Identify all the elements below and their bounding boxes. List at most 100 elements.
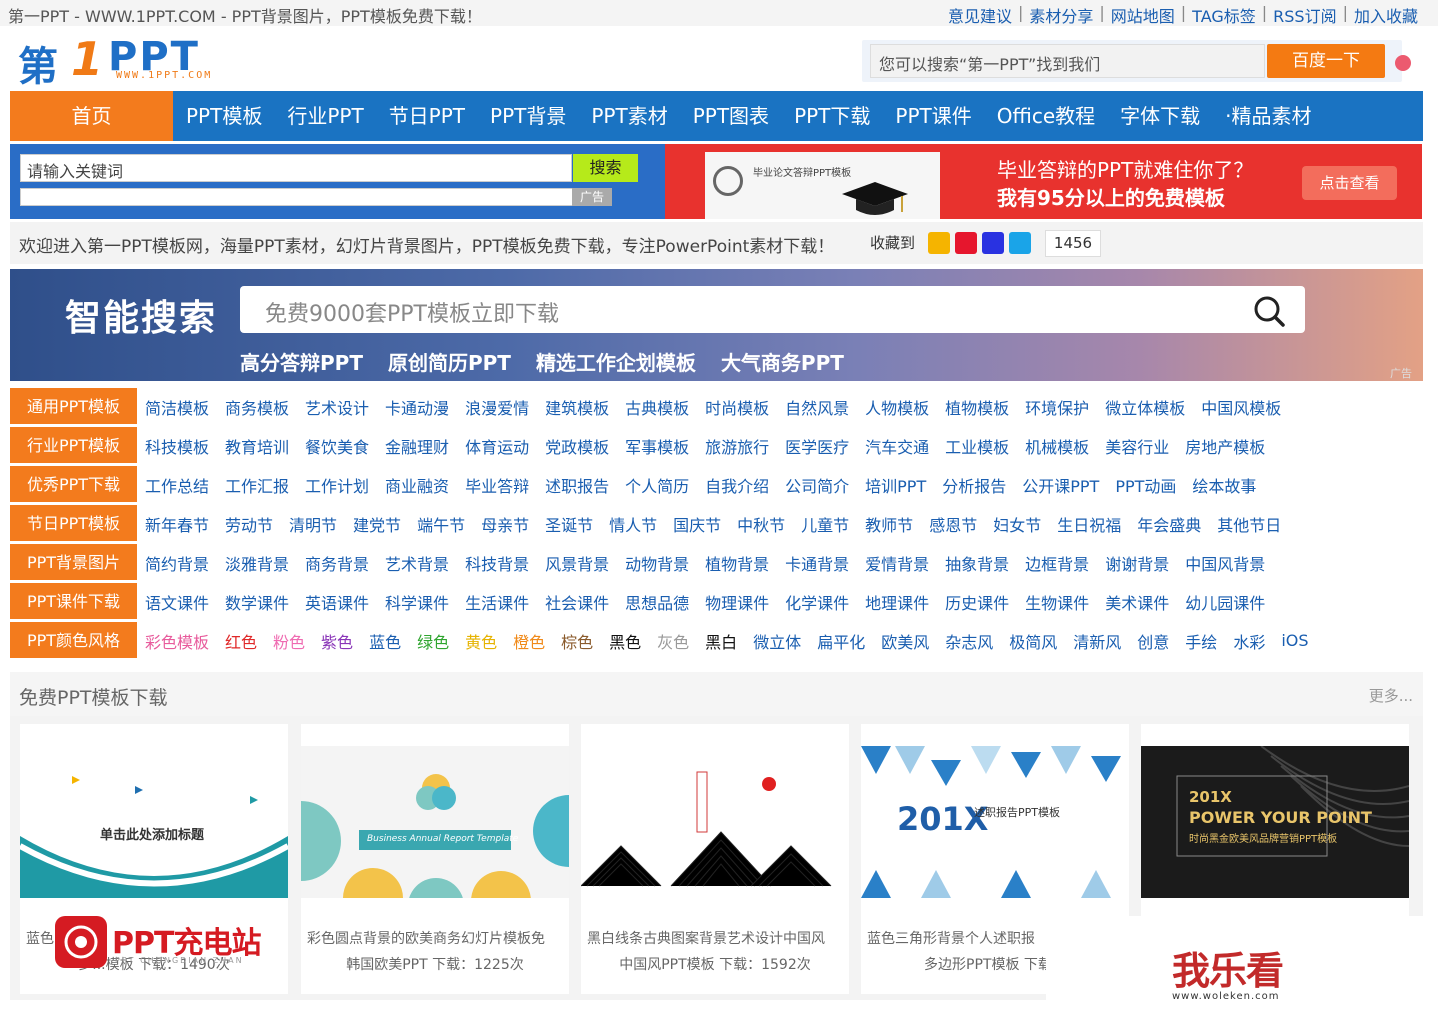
category-link[interactable]: 水彩 <box>1233 629 1265 653</box>
category-link[interactable]: 劳动节 <box>225 512 273 536</box>
category-link[interactable]: 植物模板 <box>945 395 1009 419</box>
category-link[interactable]: 微立体 <box>753 629 801 653</box>
category-link[interactable]: 人物模板 <box>865 395 929 419</box>
category-link[interactable]: 物理课件 <box>705 590 769 614</box>
category-link[interactable]: 商务模板 <box>225 395 289 419</box>
nav-item-material[interactable]: PPT素材 <box>591 91 667 141</box>
category-link[interactable]: 美术课件 <box>1105 590 1169 614</box>
category-link[interactable]: 建筑模板 <box>545 395 609 419</box>
category-link[interactable]: 数学课件 <box>225 590 289 614</box>
category-link[interactable]: 商业融资 <box>385 473 449 497</box>
category-link[interactable]: 工作计划 <box>305 473 369 497</box>
category-link[interactable]: 医学医疗 <box>785 434 849 458</box>
category-link[interactable]: 黑色 <box>609 629 641 653</box>
smart-tag-resume[interactable]: 原创简历PPT <box>388 347 511 376</box>
category-link[interactable]: 语文课件 <box>145 590 209 614</box>
category-link[interactable]: 绘本故事 <box>1192 473 1256 497</box>
more-link[interactable]: 更多... <box>1369 685 1413 706</box>
category-link[interactable]: 工业模板 <box>945 434 1009 458</box>
category-link[interactable]: 工作总结 <box>145 473 209 497</box>
template-card[interactable]: Business Annual Report Template 彩色圆点背景的欧… <box>301 724 569 994</box>
site-logo[interactable]: 第 1 PPT WWW.1PPT.COM <box>18 32 238 90</box>
category-link[interactable]: 动物背景 <box>625 551 689 575</box>
category-label[interactable]: PPT背景图片 <box>10 544 137 581</box>
category-link[interactable]: 端午节 <box>417 512 465 536</box>
category-link[interactable]: 艺术设计 <box>305 395 369 419</box>
category-link[interactable]: 毕业答辩 <box>465 473 529 497</box>
category-link[interactable]: 妇女节 <box>993 512 1041 536</box>
category-link[interactable]: 情人节 <box>609 512 657 536</box>
category-link[interactable]: 其他节日 <box>1217 512 1281 536</box>
category-link[interactable]: 简约背景 <box>145 551 209 575</box>
category-link[interactable]: 述职报告 <box>545 473 609 497</box>
template-thumbnail[interactable]: 201X POWER YOUR POINT 时尚黑金欧美风品牌营销PPT模板 <box>1141 746 1409 898</box>
category-link[interactable]: 餐饮美食 <box>305 434 369 458</box>
ad-text-bar[interactable] <box>20 188 580 206</box>
smart-tag-planning[interactable]: 精选工作企划模板 <box>536 347 696 376</box>
category-link[interactable]: 公司简介 <box>785 473 849 497</box>
category-link[interactable]: 英语课件 <box>305 590 369 614</box>
category-link[interactable]: 建党节 <box>353 512 401 536</box>
banner-ad[interactable]: 毕业论文答辩PPT模板 毕业答辩的PPT就难住你了？ 我有95分以上的免费模板 … <box>665 144 1422 219</box>
category-link[interactable]: 幼儿园课件 <box>1185 590 1265 614</box>
category-link[interactable]: 房地产模板 <box>1185 434 1265 458</box>
category-link[interactable]: 手绘 <box>1185 629 1217 653</box>
category-link[interactable]: 教育培训 <box>225 434 289 458</box>
category-link[interactable]: 中国风模板 <box>1201 395 1281 419</box>
category-link[interactable]: 古典模板 <box>625 395 689 419</box>
nav-item-premium[interactable]: ·精品素材 <box>1225 91 1311 141</box>
category-link[interactable]: 中秋节 <box>737 512 785 536</box>
nav-item-download[interactable]: PPT下载 <box>794 91 870 141</box>
banner-ad-button[interactable]: 点击查看 <box>1302 166 1397 200</box>
nav-home[interactable]: 首页 <box>10 91 173 141</box>
smart-tag-defense[interactable]: 高分答辩PPT <box>240 347 363 376</box>
category-link[interactable]: 工作汇报 <box>225 473 289 497</box>
category-link[interactable]: 历史课件 <box>945 590 1009 614</box>
category-link[interactable]: 生日祝福 <box>1057 512 1121 536</box>
share-icon[interactable] <box>1009 232 1031 254</box>
category-link[interactable]: 年会盛典 <box>1137 512 1201 536</box>
smart-tag-business[interactable]: 大气商务PPT <box>721 347 844 376</box>
category-link[interactable]: 爱情背景 <box>865 551 929 575</box>
category-link[interactable]: 生活课件 <box>465 590 529 614</box>
category-link[interactable]: 旅游旅行 <box>705 434 769 458</box>
category-link[interactable]: 军事模板 <box>625 434 689 458</box>
category-link[interactable]: 极简风 <box>1009 629 1057 653</box>
template-thumbnail[interactable]: 201X 述职报告PPT模板 <box>861 746 1129 898</box>
baidu-icon[interactable] <box>982 232 1004 254</box>
category-link[interactable]: 紫色 <box>321 629 353 653</box>
category-link[interactable]: 自我介绍 <box>705 473 769 497</box>
search-icon[interactable] <box>1253 295 1285 327</box>
category-link[interactable]: 欧美风 <box>881 629 929 653</box>
category-link[interactable]: 党政模板 <box>545 434 609 458</box>
category-link[interactable]: 黑白 <box>705 629 737 653</box>
category-link[interactable]: 思想品德 <box>625 590 689 614</box>
category-link[interactable]: 地理课件 <box>865 590 929 614</box>
category-link[interactable]: 清明节 <box>289 512 337 536</box>
search-button[interactable]: 搜索 <box>573 154 638 182</box>
category-link[interactable]: 教师节 <box>865 512 913 536</box>
keyword-input[interactable]: 请输入关键词 <box>20 154 572 182</box>
nav-item-fonts[interactable]: 字体下载 <box>1120 91 1200 141</box>
category-link[interactable]: 生物课件 <box>1025 590 1089 614</box>
category-link[interactable]: 分析报告 <box>942 473 1006 497</box>
category-link[interactable]: 卡通动漫 <box>385 395 449 419</box>
category-label[interactable]: 节日PPT模板 <box>10 505 137 542</box>
category-link[interactable]: 环境保护 <box>1025 395 1089 419</box>
category-label[interactable]: PPT课件下载 <box>10 583 137 620</box>
category-link[interactable]: 商务背景 <box>305 551 369 575</box>
category-label[interactable]: PPT颜色风格 <box>10 622 137 659</box>
template-thumbnail[interactable] <box>581 746 849 898</box>
nav-item-courseware[interactable]: PPT课件 <box>895 91 971 141</box>
category-link[interactable]: 自然风景 <box>785 395 849 419</box>
weibo-icon[interactable] <box>955 232 977 254</box>
category-link[interactable]: 微立体模板 <box>1105 395 1185 419</box>
category-link[interactable]: 体育运动 <box>465 434 529 458</box>
category-link[interactable]: 母亲节 <box>481 512 529 536</box>
top-link-favorite[interactable]: 加入收藏 <box>1354 3 1418 27</box>
category-link[interactable]: 彩色模板 <box>145 629 209 653</box>
template-card[interactable]: 黑白线条古典图案背景艺术设计中国风 中国风PPT模板 下载：1592次 <box>581 724 849 994</box>
category-link[interactable]: 创意 <box>1137 629 1169 653</box>
category-link[interactable]: 卡通背景 <box>785 551 849 575</box>
category-link[interactable]: 橙色 <box>513 629 545 653</box>
